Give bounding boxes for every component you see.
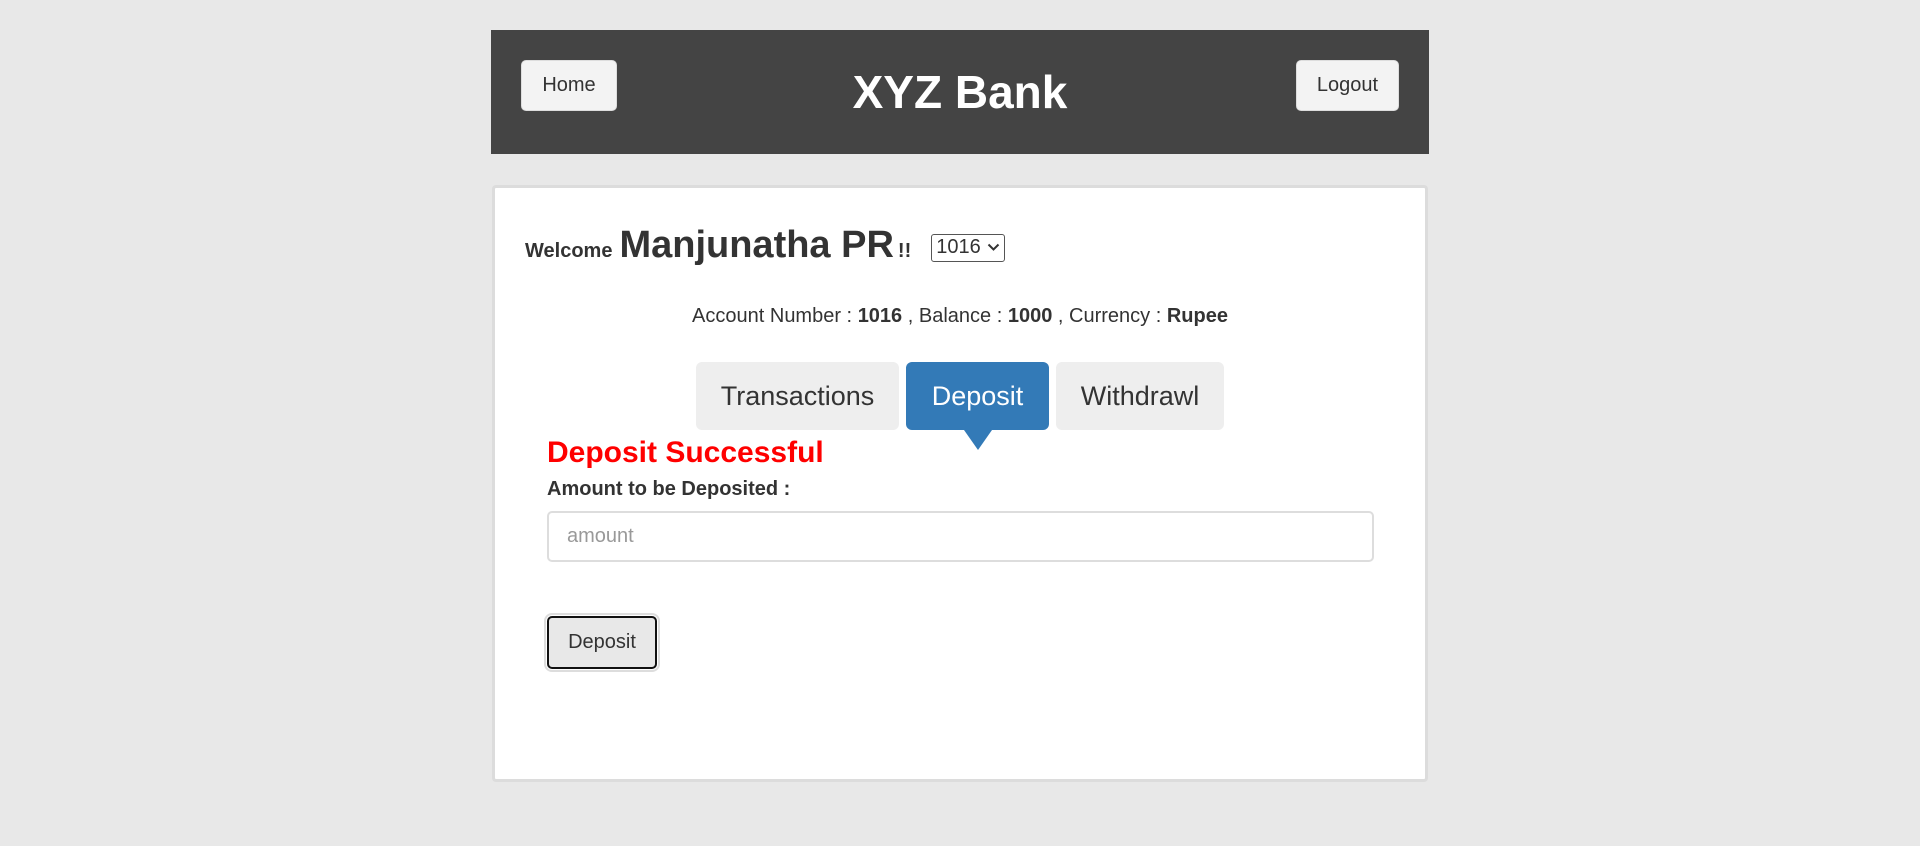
account-select-value: 1016 bbox=[936, 236, 981, 258]
account-number-value: 1016 bbox=[857, 305, 903, 327]
deposit-submit-button[interactable]: Deposit bbox=[544, 613, 660, 672]
welcome-label: Welcome bbox=[525, 240, 613, 262]
account-summary: Account Number : 1016 , Balance : 1000 ,… bbox=[495, 305, 1425, 328]
customer-panel: Welcome Manjunatha PR !! 1016 Account Nu… bbox=[492, 185, 1428, 782]
amount-label: Amount to be Deposited : bbox=[547, 478, 791, 500]
balance-label: , Balance : bbox=[907, 305, 1003, 327]
action-tabs: Transactions Deposit Withdrawl bbox=[696, 362, 1224, 450]
chevron-down-icon bbox=[987, 243, 1000, 252]
bank-title: XYZ Bank bbox=[852, 66, 1068, 118]
active-tab-pointer bbox=[963, 430, 992, 450]
customer-name: Manjunatha PR bbox=[619, 224, 894, 266]
account-number-label: Account Number : bbox=[692, 305, 853, 327]
tab-deposit[interactable]: Deposit bbox=[906, 362, 1049, 450]
currency-value: Rupee bbox=[1166, 305, 1228, 327]
account-select[interactable]: 1016 bbox=[931, 233, 1005, 262]
logout-button[interactable]: Logout bbox=[1296, 60, 1399, 111]
tab-transactions[interactable]: Transactions bbox=[696, 362, 899, 430]
app-header: Home XYZ Bank Logout bbox=[491, 30, 1429, 154]
tab-withdrawl[interactable]: Withdrawl bbox=[1056, 362, 1224, 430]
deposit-success-message: Deposit Successful bbox=[547, 436, 824, 469]
welcome-row: Welcome Manjunatha PR !! 1016 bbox=[525, 224, 1005, 267]
balance-value: 1000 bbox=[1007, 305, 1053, 327]
currency-label: , Currency : bbox=[1057, 305, 1162, 327]
amount-input[interactable] bbox=[547, 511, 1374, 562]
tab-deposit-label: Deposit bbox=[931, 380, 1024, 411]
welcome-exclaim: !! bbox=[897, 240, 912, 262]
